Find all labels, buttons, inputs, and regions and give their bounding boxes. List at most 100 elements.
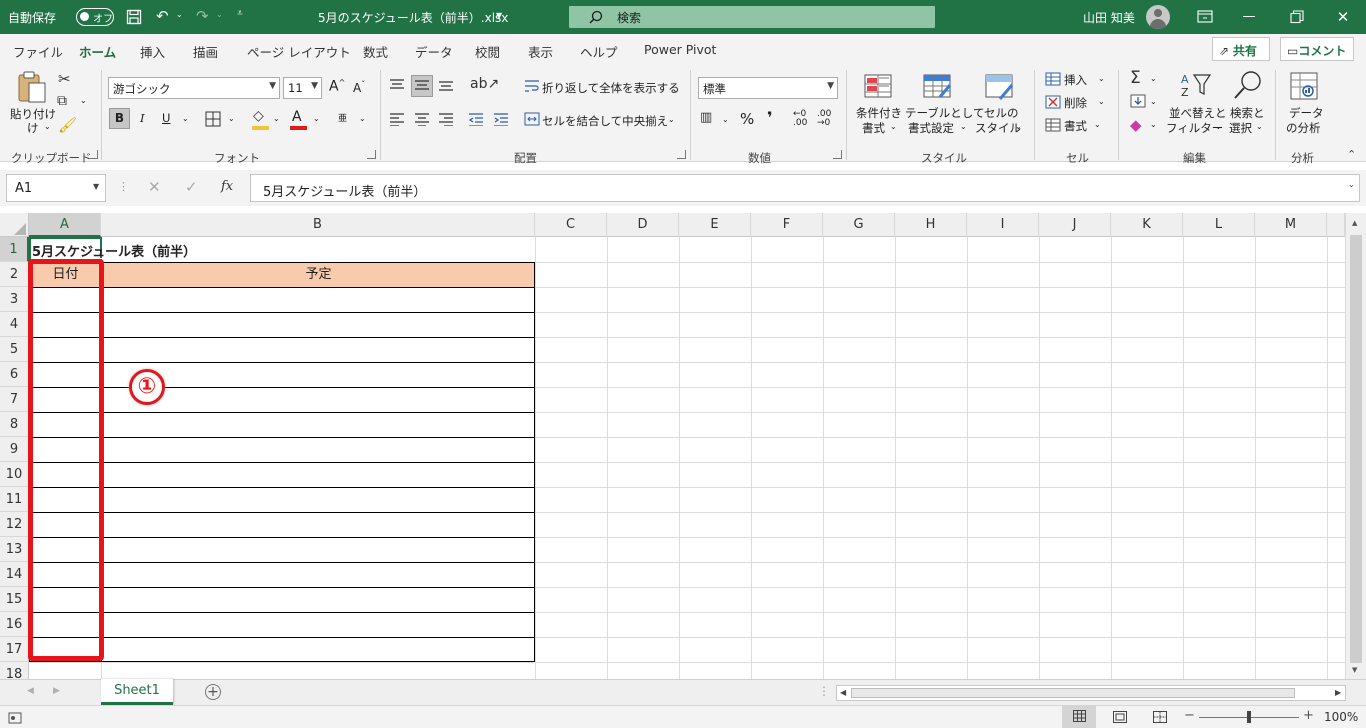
increase-indent-icon[interactable] — [493, 112, 509, 126]
clear-dropdown-icon[interactable]: ⌄ — [1150, 120, 1157, 129]
delete-dropdown-icon[interactable]: ⌄ — [1098, 97, 1105, 106]
column-header-c[interactable]: C — [535, 213, 607, 237]
tab-review[interactable]: 校閲 — [475, 42, 500, 61]
chevron-down-icon[interactable]: ▼ — [93, 182, 99, 191]
cut-icon[interactable]: ✂ — [58, 70, 71, 88]
column-header-j[interactable]: J — [1039, 213, 1111, 237]
sort-filter-icon[interactable]: AZ — [1178, 71, 1212, 99]
autosum-dropdown-icon[interactable]: ⌄ — [1150, 74, 1157, 83]
analyze-data-label[interactable]: データ — [1289, 105, 1324, 121]
underline-button[interactable]: U — [162, 111, 170, 125]
save-icon[interactable] — [126, 9, 142, 25]
tab-page-layout[interactable]: ページ レイアウト — [247, 42, 351, 61]
decrease-decimal-icon[interactable]: .00 →0 — [817, 110, 831, 128]
page-break-view-icon[interactable] — [1153, 711, 1167, 723]
column-header-l[interactable]: L — [1183, 213, 1255, 237]
table-dropdown-icon[interactable]: ⌄ — [960, 122, 967, 131]
merge-dropdown-icon[interactable]: ⌄ — [668, 115, 675, 124]
align-center-icon[interactable] — [414, 112, 430, 126]
border-dropdown-icon[interactable]: ⌄ — [228, 114, 235, 123]
analyze-data-icon[interactable] — [1289, 71, 1319, 101]
decrease-indent-icon[interactable] — [468, 112, 484, 126]
font-color-dropdown-icon[interactable]: ⌄ — [313, 114, 320, 123]
row-header-17[interactable]: 17 — [0, 637, 29, 662]
row-header-8[interactable]: 8 — [0, 412, 29, 437]
formula-input[interactable]: 5月スケジュール表（前半） — [250, 174, 1360, 202]
page-layout-view-icon[interactable] — [1113, 711, 1127, 723]
format-as-table-label[interactable]: テーブルとして — [905, 105, 984, 121]
align-right-icon[interactable] — [438, 112, 454, 126]
cell-styles-dropdown-icon[interactable]: ⌄ — [1015, 122, 1022, 131]
conditional-formatting-icon[interactable] — [863, 73, 895, 101]
column-header-d[interactable]: D — [607, 213, 679, 237]
cell-styles-icon[interactable] — [984, 73, 1016, 101]
fill-icon[interactable] — [1130, 94, 1146, 108]
header-plan[interactable]: 予定 — [102, 263, 535, 287]
format-as-table-icon[interactable] — [922, 73, 954, 101]
row-header-12[interactable]: 12 — [0, 512, 29, 537]
title-dropdown-icon[interactable]: ▼ — [496, 11, 502, 20]
delete-cells-button[interactable]: 削除 — [1064, 95, 1087, 111]
autosum-icon[interactable]: Σ — [1130, 68, 1141, 88]
row-header-1[interactable]: 1 — [0, 237, 29, 262]
merge-center-button[interactable]: セルを結合して中央揃え — [542, 113, 668, 129]
minimize-icon[interactable]: — — [1238, 6, 1260, 28]
name-box[interactable]: A1 ▼ — [6, 174, 106, 202]
orientation-icon[interactable]: ab↗ — [470, 76, 499, 92]
percent-icon[interactable]: % — [740, 110, 754, 128]
increase-decimal-icon[interactable]: ←0.00 — [793, 110, 807, 128]
macro-record-icon[interactable] — [8, 711, 22, 724]
italic-button[interactable]: I — [140, 111, 145, 125]
undo-icon[interactable]: ↶ — [156, 7, 169, 25]
tab-view[interactable]: 表示 — [528, 42, 553, 61]
accounting-format-icon[interactable]: ▥ — [700, 110, 712, 125]
tab-data[interactable]: データ — [415, 42, 453, 61]
zoom-out-icon[interactable]: − — [1184, 708, 1195, 723]
normal-view-button[interactable] — [1062, 705, 1096, 728]
row-header-10[interactable]: 10 — [0, 462, 29, 487]
comma-icon[interactable]: ❜ — [767, 108, 773, 127]
close-icon[interactable]: ✕ — [1332, 6, 1354, 28]
number-format-select[interactable]: 標準 ▼ — [698, 77, 838, 99]
find-select-label[interactable]: 検索と — [1230, 105, 1265, 121]
row-header-18[interactable]: 18 — [0, 662, 29, 679]
horizontal-scroll-thumb[interactable] — [851, 688, 1295, 698]
scroll-right-icon[interactable]: ▶ — [1335, 688, 1341, 697]
row-header-11[interactable]: 11 — [0, 487, 29, 512]
column-header-m[interactable]: M — [1255, 213, 1327, 237]
font-launcher-icon[interactable] — [367, 150, 376, 159]
horizontal-scrollbar[interactable]: ◀ ▶ — [836, 685, 1346, 701]
zoom-in-icon[interactable]: + — [1303, 708, 1314, 723]
row-header-5[interactable]: 5 — [0, 337, 29, 362]
row-header-14[interactable]: 14 — [0, 562, 29, 587]
column-header-h[interactable]: H — [895, 213, 967, 237]
clipboard-launcher-icon[interactable] — [89, 150, 98, 159]
column-header-e[interactable]: E — [679, 213, 751, 237]
autosave-toggle[interactable]: オフ — [76, 8, 114, 26]
tab-formulas[interactable]: 数式 — [363, 42, 388, 61]
customize-qat-icon[interactable]: ⩡ — [237, 8, 243, 19]
vertical-scroll-thumb[interactable] — [1350, 235, 1362, 663]
accounting-dropdown-icon[interactable]: ⌄ — [722, 115, 729, 124]
column-header-i[interactable]: I — [967, 213, 1039, 237]
paste-dropdown-icon[interactable]: ⌄ — [44, 122, 51, 131]
delete-cells-icon[interactable] — [1045, 95, 1061, 109]
tab-home[interactable]: ホーム — [79, 42, 117, 67]
fill-dropdown-icon[interactable]: ⌄ — [1150, 97, 1157, 106]
find-select-icon[interactable] — [1232, 70, 1264, 100]
align-top-icon[interactable] — [389, 78, 405, 92]
bold-button[interactable]: B — [109, 108, 130, 129]
row-header-9[interactable]: 9 — [0, 437, 29, 462]
find-dropdown-icon[interactable]: ⌄ — [1256, 122, 1263, 131]
zoom-slider-thumb[interactable] — [1247, 711, 1251, 723]
wrap-text-icon[interactable] — [524, 79, 540, 93]
row-header-2[interactable]: 2 — [0, 262, 29, 287]
increase-font-icon[interactable]: A^ — [329, 78, 345, 95]
wrap-text-button[interactable]: 折り返して全体を表示する — [542, 80, 680, 96]
search-box[interactable]: 検索 — [569, 6, 935, 28]
tab-power-pivot[interactable]: Power Pivot — [644, 42, 716, 57]
format-dropdown-icon[interactable]: ⌄ — [1094, 120, 1101, 129]
sort-filter-label[interactable]: 並べ替えと — [1169, 105, 1227, 121]
ribbon-display-icon[interactable] — [1197, 10, 1213, 23]
align-left-icon[interactable] — [389, 112, 405, 126]
